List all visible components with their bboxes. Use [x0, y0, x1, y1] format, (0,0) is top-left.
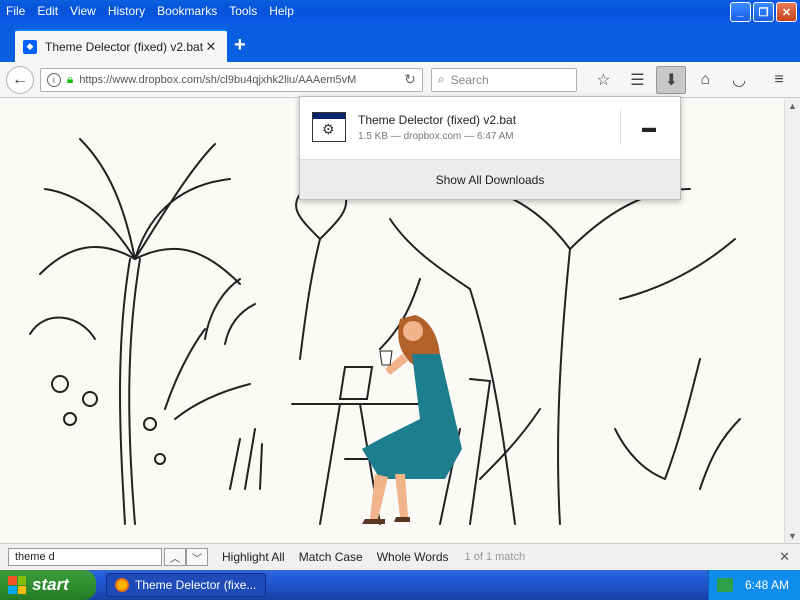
- find-next-button[interactable]: ﹀: [186, 548, 208, 566]
- plant: [164, 328, 251, 420]
- palm-frond: [79, 138, 136, 260]
- search-icon: ⌕: [437, 72, 445, 86]
- find-input[interactable]: theme d: [8, 548, 162, 566]
- system-tray: 6:48 AM: [708, 570, 800, 600]
- palm-trunk-2: [128, 258, 141, 525]
- window-controls: _ ❐ ✕: [730, 2, 797, 22]
- dropbox-icon: ◆: [23, 39, 37, 54]
- menu-edit[interactable]: Edit: [31, 0, 64, 23]
- leaf-sprig: [699, 418, 741, 490]
- windows-logo-icon: [8, 576, 26, 594]
- find-match-count: 1 of 1 match: [464, 551, 526, 563]
- taskbar-item-label: Theme Delector (fixe...: [135, 578, 257, 592]
- tab-close-icon[interactable]: ✕: [203, 39, 219, 55]
- menu-tools[interactable]: Tools: [223, 0, 263, 23]
- leg: [395, 474, 408, 517]
- close-icon[interactable]: ✕: [779, 549, 790, 565]
- browser-window: File Edit View History Bookmarks Tools H…: [0, 0, 800, 570]
- menu-view[interactable]: View: [64, 0, 102, 23]
- menu-bar: File Edit View History Bookmarks Tools H…: [0, 0, 800, 23]
- cup: [379, 350, 393, 366]
- tab-active[interactable]: ◆ Theme Delector (fixed) v2.bat ✕: [15, 29, 227, 62]
- vertical-scrollbar[interactable]: ▲ ▼: [784, 99, 800, 543]
- palm-frond: [134, 143, 216, 260]
- menu-file[interactable]: File: [0, 0, 31, 23]
- grass: [229, 428, 263, 490]
- highlight-all-toggle[interactable]: Highlight All: [222, 550, 285, 564]
- download-filename: Theme Delector (fixed) v2.bat: [358, 112, 517, 127]
- leaf-sprig: [614, 358, 701, 480]
- close-window-button[interactable]: ✕: [776, 2, 797, 22]
- downloads-panel: ⚙ Theme Delector (fixed) v2.bat 1.5 KB —…: [299, 96, 681, 200]
- navigation-toolbar: ← i 🔒︎ https://www.dropbox.com/sh/cl9bu4…: [0, 62, 800, 98]
- menu-bookmarks[interactable]: Bookmarks: [151, 0, 223, 23]
- info-icon[interactable]: i: [46, 72, 61, 87]
- search-input[interactable]: ⌕ Search: [430, 67, 577, 92]
- scroll-up-icon[interactable]: ▲: [788, 101, 797, 111]
- search-placeholder: Search: [450, 72, 489, 87]
- bookmark-star-icon[interactable]: ☆: [589, 66, 619, 94]
- dress: [362, 354, 462, 479]
- url-bar[interactable]: i 🔒︎ https://www.dropbox.com/sh/cl9bu4qj…: [39, 67, 423, 92]
- back-button[interactable]: ←: [6, 65, 34, 94]
- maximize-button[interactable]: ❐: [753, 2, 774, 22]
- reload-icon[interactable]: ↻: [404, 71, 416, 88]
- find-previous-button[interactable]: ︿: [164, 548, 186, 566]
- menu-history[interactable]: History: [102, 0, 151, 23]
- pocket-icon[interactable]: ◡: [724, 66, 754, 94]
- grass: [204, 278, 256, 345]
- palm-frond: [134, 247, 241, 285]
- tree-branch: [619, 238, 736, 300]
- whole-words-toggle[interactable]: Whole Words: [377, 550, 449, 564]
- downloads-button[interactable]: ⬇: [656, 65, 687, 94]
- taskbar: start Theme Delector (fixe... 6:48 AM: [0, 570, 800, 600]
- match-case-toggle[interactable]: Match Case: [299, 550, 363, 564]
- tree-branch: [389, 218, 471, 290]
- shoe: [394, 517, 410, 522]
- divider: [620, 109, 621, 145]
- home-icon[interactable]: ⌂: [690, 66, 720, 94]
- batch-file-icon: ⚙: [312, 112, 346, 142]
- gear-icon: ⚙: [322, 121, 335, 137]
- menu-help[interactable]: Help: [263, 0, 300, 23]
- tab-title: Theme Delector (fixed) v2.bat: [45, 39, 203, 54]
- start-label: start: [32, 575, 69, 594]
- clock: 6:48 AM: [745, 578, 790, 592]
- url-text[interactable]: https://www.dropbox.com/sh/cl9bu4qjxhk2l…: [79, 74, 398, 86]
- minimize-button[interactable]: _: [730, 2, 751, 22]
- network-icon[interactable]: [717, 578, 733, 592]
- find-bar: theme d ︿ ﹀ Highlight All Match Case Who…: [0, 543, 800, 570]
- folder-icon[interactable]: ▬: [642, 119, 656, 135]
- bush-outline: [29, 316, 96, 340]
- palm-frond: [134, 178, 231, 260]
- start-button[interactable]: start: [0, 570, 96, 600]
- download-item[interactable]: ⚙ Theme Delector (fixed) v2.bat 1.5 KB —…: [300, 97, 680, 157]
- download-meta: 1.5 KB — dropbox.com — 6:47 AM: [358, 130, 514, 142]
- new-tab-button[interactable]: +: [234, 34, 246, 57]
- show-all-downloads-button[interactable]: Show All Downloads: [300, 159, 680, 199]
- face: [403, 321, 423, 341]
- scroll-down-icon[interactable]: ▼: [788, 531, 797, 541]
- tab-strip: ◆ Theme Delector (fixed) v2.bat ✕ +: [0, 23, 800, 62]
- hamburger-menu-icon[interactable]: ≡: [764, 66, 794, 94]
- lock-icon: 🔒︎: [66, 72, 74, 86]
- reader-list-icon[interactable]: ☰: [622, 66, 652, 94]
- palm-frond: [44, 188, 136, 260]
- shoe: [362, 519, 385, 524]
- tree-trunk: [469, 288, 516, 525]
- firefox-icon: [115, 578, 129, 592]
- palm-frond: [39, 246, 136, 275]
- plant: [295, 193, 348, 360]
- download-info: Theme Delector (fixed) v2.bat 1.5 KB — d…: [358, 113, 516, 142]
- taskbar-firefox-item[interactable]: Theme Delector (fixe...: [106, 573, 266, 597]
- tree-trunk: [557, 248, 571, 525]
- laptop: [338, 366, 374, 400]
